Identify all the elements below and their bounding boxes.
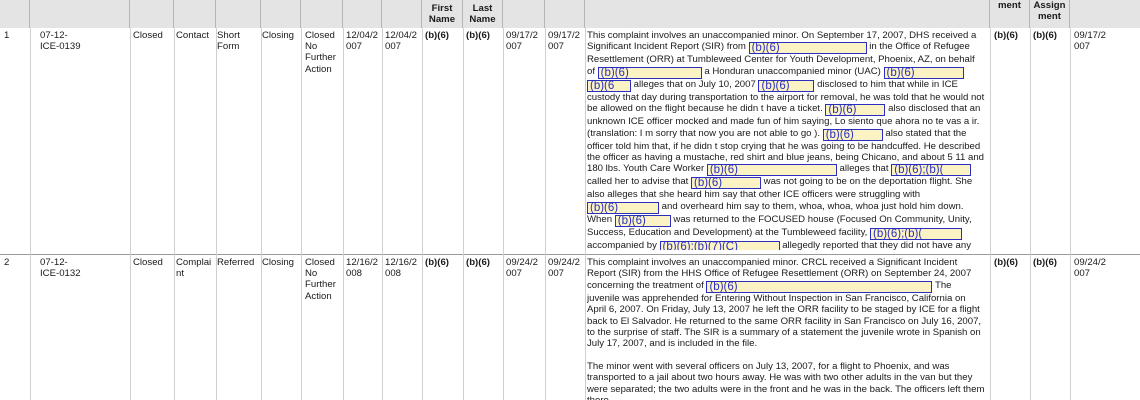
date-cell: 12/16/2 008 xyxy=(346,257,379,280)
first-name-cell: (b)(6) xyxy=(425,30,449,41)
redaction-box: (b)(6);(b)( xyxy=(891,164,972,177)
redaction-box: (b)(6) xyxy=(706,280,933,293)
header-label: Assign xyxy=(1033,0,1066,11)
redaction-box: (b)(6) xyxy=(614,214,671,227)
column-divider xyxy=(174,28,175,400)
redaction-box: (b)(6) xyxy=(822,128,883,141)
header-cell xyxy=(0,0,30,28)
column-divider xyxy=(301,28,302,400)
column-divider xyxy=(343,28,344,400)
redaction-box: (b)(6) xyxy=(825,104,886,117)
last-name-cell: (b)(6) xyxy=(466,30,490,41)
date-cell: 12/16/2 008 xyxy=(385,257,418,280)
table-header: First Name Last Name ment Assign ment xyxy=(0,0,1140,29)
disposition-cell: Closed No Further Action xyxy=(305,257,336,302)
complaint-description: This complaint involves an unaccompanied… xyxy=(587,30,985,250)
header-cell xyxy=(503,0,545,28)
row-number: 1 xyxy=(4,30,10,41)
date-cell: 12/04/2 007 xyxy=(346,30,379,53)
table-row: 2 07-12- ICE-0132 Closed Complai nt Refe… xyxy=(0,255,1140,400)
column-divider xyxy=(503,28,504,400)
redaction-box: (b)(6) xyxy=(706,164,837,177)
column-divider xyxy=(30,28,31,400)
header-cell xyxy=(382,0,422,28)
column-divider xyxy=(1030,28,1031,400)
redaction-box: (b)(6 xyxy=(587,79,631,92)
header-label: ment xyxy=(1038,11,1061,22)
redaction-box: (b)(6);(b)( xyxy=(870,227,962,240)
column-divider xyxy=(130,28,131,400)
header-label: Last xyxy=(472,3,493,14)
stage-cell: Closing xyxy=(262,30,294,41)
description-text: accompanied by xyxy=(587,239,660,250)
date-cell: 09/17/2 007 xyxy=(548,30,581,53)
status-cell: Closed xyxy=(133,30,163,41)
redaction-box: (b)(6) xyxy=(691,177,761,190)
header-assignment-1: ment xyxy=(990,0,1030,28)
column-divider xyxy=(990,28,991,400)
date-cell: 09/24/2 007 xyxy=(548,257,581,280)
header-cell xyxy=(301,0,343,28)
assignment-cell: (b)(6) xyxy=(1033,257,1057,268)
redaction-box: (b)(6) xyxy=(587,201,659,214)
redaction-box: (b)(6) xyxy=(748,42,867,55)
header-label: ment xyxy=(998,0,1021,11)
table-row: 1 07-12- ICE-0139 Closed Contact Short F… xyxy=(0,28,1140,255)
assignment-cell: (b)(6) xyxy=(1033,30,1057,41)
header-cell xyxy=(130,0,174,28)
case-id: 07-12- ICE-0139 xyxy=(40,30,81,53)
case-id: 07-12- ICE-0132 xyxy=(40,257,81,280)
first-name-cell: (b)(6) xyxy=(425,257,449,268)
date-cell: 09/24/2 007 xyxy=(1074,257,1107,280)
header-cell xyxy=(30,0,130,28)
redaction-box: (b)(6) xyxy=(597,66,702,79)
complaint-description: This complaint involves an unaccompanied… xyxy=(587,257,985,400)
form-cell: Short Form xyxy=(217,30,240,53)
column-divider xyxy=(585,28,586,400)
date-cell: 12/04/2 007 xyxy=(385,30,418,53)
description-text: alleges that xyxy=(836,163,892,175)
date-cell: 09/17/2 007 xyxy=(506,30,539,53)
column-divider xyxy=(422,28,423,400)
date-cell: 09/17/2 007 xyxy=(1074,30,1107,53)
header-last-name: Last Name xyxy=(463,0,503,28)
description-text: alleges that on July 10, 2007 xyxy=(631,78,759,90)
column-divider xyxy=(216,28,217,400)
header-cell xyxy=(216,0,261,28)
description-text: called her to advise that xyxy=(587,176,691,188)
disposition-cell: Closed No Further Action xyxy=(305,30,336,75)
header-first-name: First Name xyxy=(422,0,463,28)
assignment-cell: (b)(6) xyxy=(994,30,1018,41)
header-label: Name xyxy=(428,14,456,25)
last-name-cell: (b)(6) xyxy=(466,257,490,268)
column-divider xyxy=(463,28,464,400)
header-cell xyxy=(545,0,585,28)
stage-cell: Closing xyxy=(262,257,294,268)
column-divider xyxy=(545,28,546,400)
date-cell: 09/24/2 007 xyxy=(506,257,539,280)
header-label: Name xyxy=(469,14,496,25)
contact-type-cell: Complai nt xyxy=(176,257,212,280)
description-text: a Honduran unaccompanied minor (UAC) xyxy=(701,65,884,77)
header-cell xyxy=(261,0,301,28)
header-label: First xyxy=(431,3,453,14)
header-cell xyxy=(174,0,216,28)
description-text: The minor went with several officers on … xyxy=(587,360,985,400)
column-divider xyxy=(1070,28,1071,400)
header-cell xyxy=(1070,0,1140,28)
assignment-cell: (b)(6) xyxy=(994,257,1018,268)
header-cell xyxy=(343,0,382,28)
redaction-box: (b)(6);(b)(7)(C) xyxy=(659,240,780,250)
header-assignment-2: Assign ment xyxy=(1030,0,1070,28)
redaction-box: (b)(6) xyxy=(758,79,815,92)
column-divider xyxy=(382,28,383,400)
status-cell: Closed xyxy=(133,257,163,268)
row-number: 2 xyxy=(4,257,10,268)
contact-type-cell: Contact xyxy=(176,30,210,41)
redaction-box: (b)(6) xyxy=(883,66,964,79)
header-cell xyxy=(585,0,990,28)
column-divider xyxy=(261,28,262,400)
form-cell: Referred xyxy=(217,257,255,268)
